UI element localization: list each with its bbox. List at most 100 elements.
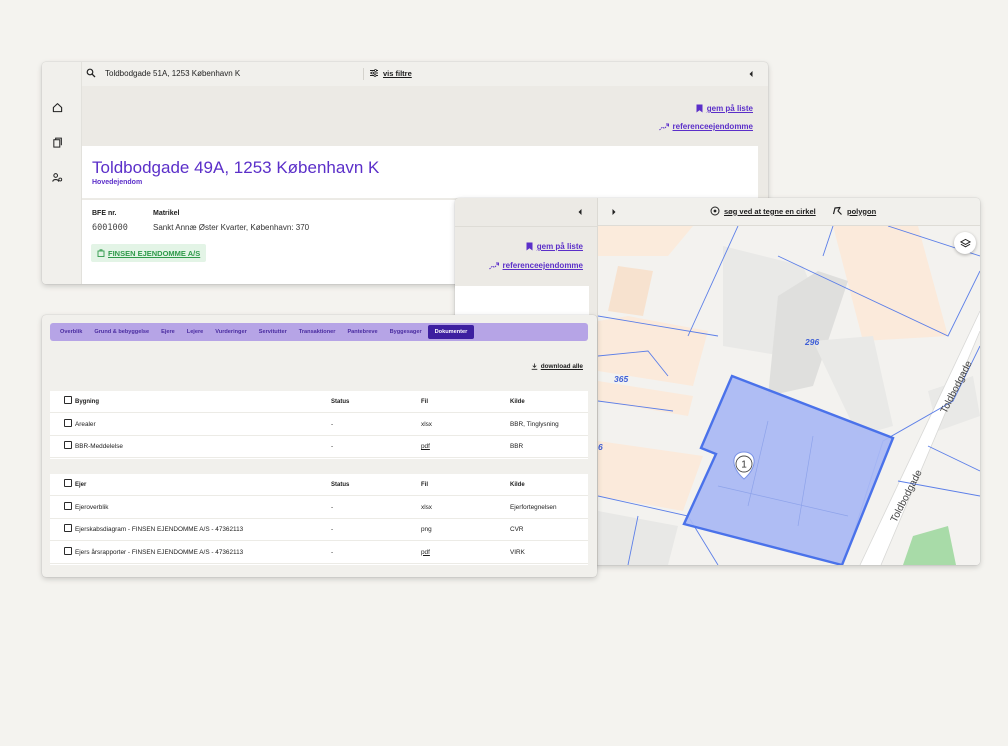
- document-status: -: [331, 548, 334, 556]
- document-name-cell: Ejeroverblik: [64, 497, 108, 519]
- polygon-button[interactable]: polygon: [832, 206, 876, 216]
- column-status: Status: [331, 482, 350, 488]
- row-checkbox[interactable]: [64, 524, 72, 533]
- column-file: Fil: [421, 482, 428, 488]
- row-checkbox[interactable]: [64, 441, 72, 450]
- chevron-right-icon[interactable]: [611, 208, 617, 216]
- row-checkbox[interactable]: [64, 501, 72, 510]
- draw-circle-label: søg ved at tegne en cirkel: [724, 206, 816, 216]
- parcel-label: 6: [598, 442, 603, 452]
- documents-icon[interactable]: [51, 136, 63, 148]
- table-header: Bygning Status Fil Kilde: [50, 391, 588, 413]
- group-title-text: Bygning: [75, 399, 99, 405]
- table-row[interactable]: Ejerskabsdiagram - FINSEN EJENDOMME A/S …: [50, 519, 588, 542]
- document-source: CVR: [510, 526, 524, 534]
- documents-table-owner: Ejer Status Fil Kilde Ejeroverblik - xlsx Ejerf…: [50, 474, 588, 565]
- document-file[interactable]: pdf: [421, 542, 430, 564]
- document-file[interactable]: pdf: [421, 436, 430, 458]
- column-source: Kilde: [510, 399, 525, 405]
- column-status: Status: [331, 399, 350, 405]
- parcel-label: 365: [614, 374, 628, 384]
- table-row[interactable]: BBR-Meddelelse - pdf BBR: [50, 436, 588, 459]
- reference-link[interactable]: referenceejendomme: [658, 122, 753, 131]
- reference-link[interactable]: referenceejendomme: [488, 261, 583, 270]
- map-view[interactable]: 1 296 365 6 Toldbodgade Toldbodgade: [598, 226, 980, 565]
- tab-transaktioner[interactable]: Transaktioner: [293, 323, 342, 341]
- property-type: Hovedejendom: [92, 179, 143, 186]
- table-row[interactable]: Ejers årsrapporter - FINSEN EJENDOMME A/…: [50, 542, 588, 564]
- building-icon: [97, 249, 105, 257]
- chevron-left-icon[interactable]: [748, 70, 754, 78]
- chevron-left-icon[interactable]: [577, 208, 583, 216]
- document-name-cell: Ejerskabsdiagram - FINSEN EJENDOMME A/S …: [64, 519, 243, 541]
- tab-dokumenter[interactable]: Dokumenter: [427, 325, 475, 339]
- document-file: png: [421, 526, 432, 534]
- sidebar: [42, 62, 82, 284]
- map-toolbar: søg ved at tegne en cirkel polygon: [598, 198, 980, 226]
- group-title-text: Ejer: [75, 482, 87, 488]
- divider: [455, 226, 598, 227]
- tab-servitutter[interactable]: Servitutter: [253, 323, 293, 341]
- row-checkbox[interactable]: [64, 418, 72, 427]
- document-source: BBR, Tinglysning: [510, 420, 559, 428]
- tab-grund-bebyggelse[interactable]: Grund & bebyggelse: [88, 323, 155, 341]
- matrikel-label: Matrikel: [153, 210, 180, 217]
- document-name: Ejers årsrapporter - FINSEN EJENDOMME A/…: [75, 548, 244, 556]
- select-all-checkbox[interactable]: [64, 479, 72, 487]
- tab-vurderinger[interactable]: Vurderinger: [209, 323, 253, 341]
- group-title: Ejer: [64, 474, 86, 496]
- search-input[interactable]: Toldbodgade 51A, 1253 København K: [105, 69, 240, 78]
- save-list-label: gem på liste: [706, 104, 753, 113]
- document-name-cell: BBR-Meddelelse: [64, 436, 123, 458]
- download-icon: [531, 363, 538, 370]
- tab-overblik[interactable]: Overblik: [54, 323, 88, 341]
- marker-number: 1: [741, 460, 747, 471]
- table-row[interactable]: Arealer - xlsx BBR, Tinglysning: [50, 414, 588, 436]
- select-all-checkbox[interactable]: [64, 396, 72, 404]
- filter-icon: [369, 68, 379, 78]
- tab-bar: Overblik Grund & bebyggelse Ejere Lejere Vur…: [50, 323, 588, 341]
- divider: [363, 68, 364, 80]
- owner-name: FINSEN EJENDOMME A/S: [108, 248, 201, 258]
- bookmark-icon: [696, 104, 703, 113]
- bookmark-icon: [526, 242, 533, 251]
- page-title: Toldbodgade 49A, 1253 København K: [92, 158, 380, 177]
- save-list-link[interactable]: gem på liste: [696, 104, 753, 113]
- owner-badge[interactable]: FINSEN EJENDOMME A/S: [91, 244, 207, 262]
- document-name: Ejerskabsdiagram - FINSEN EJENDOMME A/S …: [75, 526, 244, 534]
- table-row[interactable]: Ejeroverblik - xlsx Ejerfortegnelsen: [50, 497, 588, 519]
- document-source: BBR: [510, 443, 524, 451]
- document-status: -: [331, 526, 334, 534]
- users-icon[interactable]: [51, 171, 63, 183]
- search-icon: [86, 68, 96, 78]
- trend-icon: [488, 262, 499, 270]
- document-name: Arealer: [75, 420, 96, 428]
- document-status: -: [331, 443, 334, 451]
- circle-draw-icon: [710, 206, 720, 216]
- filter-label: vis filtre: [383, 68, 412, 78]
- parcel-label: 296: [804, 337, 819, 347]
- column-source: Kilde: [510, 482, 525, 488]
- polygon-icon: [832, 206, 843, 216]
- tab-ejere[interactable]: Ejere: [155, 323, 181, 341]
- download-all-link[interactable]: download alle: [531, 363, 583, 370]
- save-list-label: gem på liste: [536, 242, 583, 251]
- search-bar: Toldbodgade 51A, 1253 København K vis fi…: [82, 62, 768, 86]
- home-icon[interactable]: [51, 101, 63, 113]
- map-canvas[interactable]: 1 296 365 6 Toldbodgade Toldbodgade: [598, 226, 980, 565]
- draw-circle-button[interactable]: søg ved at tegne en cirkel: [710, 206, 816, 216]
- tab-byggesager[interactable]: Byggesager: [384, 323, 428, 341]
- document-status: -: [331, 420, 334, 428]
- trend-icon: [658, 123, 669, 131]
- document-name-cell: Ejers årsrapporter - FINSEN EJENDOMME A/…: [64, 542, 243, 564]
- tab-pantebreve[interactable]: Pantebreve: [341, 323, 383, 341]
- save-list-link[interactable]: gem på liste: [526, 242, 583, 251]
- document-source: Ejerfortegnelsen: [510, 503, 557, 511]
- layers-icon: [959, 238, 971, 249]
- filter-button[interactable]: vis filtre: [369, 68, 412, 78]
- layers-button[interactable]: [954, 232, 976, 254]
- tab-lejere[interactable]: Lejere: [181, 323, 209, 341]
- column-file: Fil: [421, 399, 428, 405]
- documents-table-building: Bygning Status Fil Kilde Arealer - xlsx BBR, Ti…: [50, 391, 588, 459]
- row-checkbox[interactable]: [64, 546, 72, 555]
